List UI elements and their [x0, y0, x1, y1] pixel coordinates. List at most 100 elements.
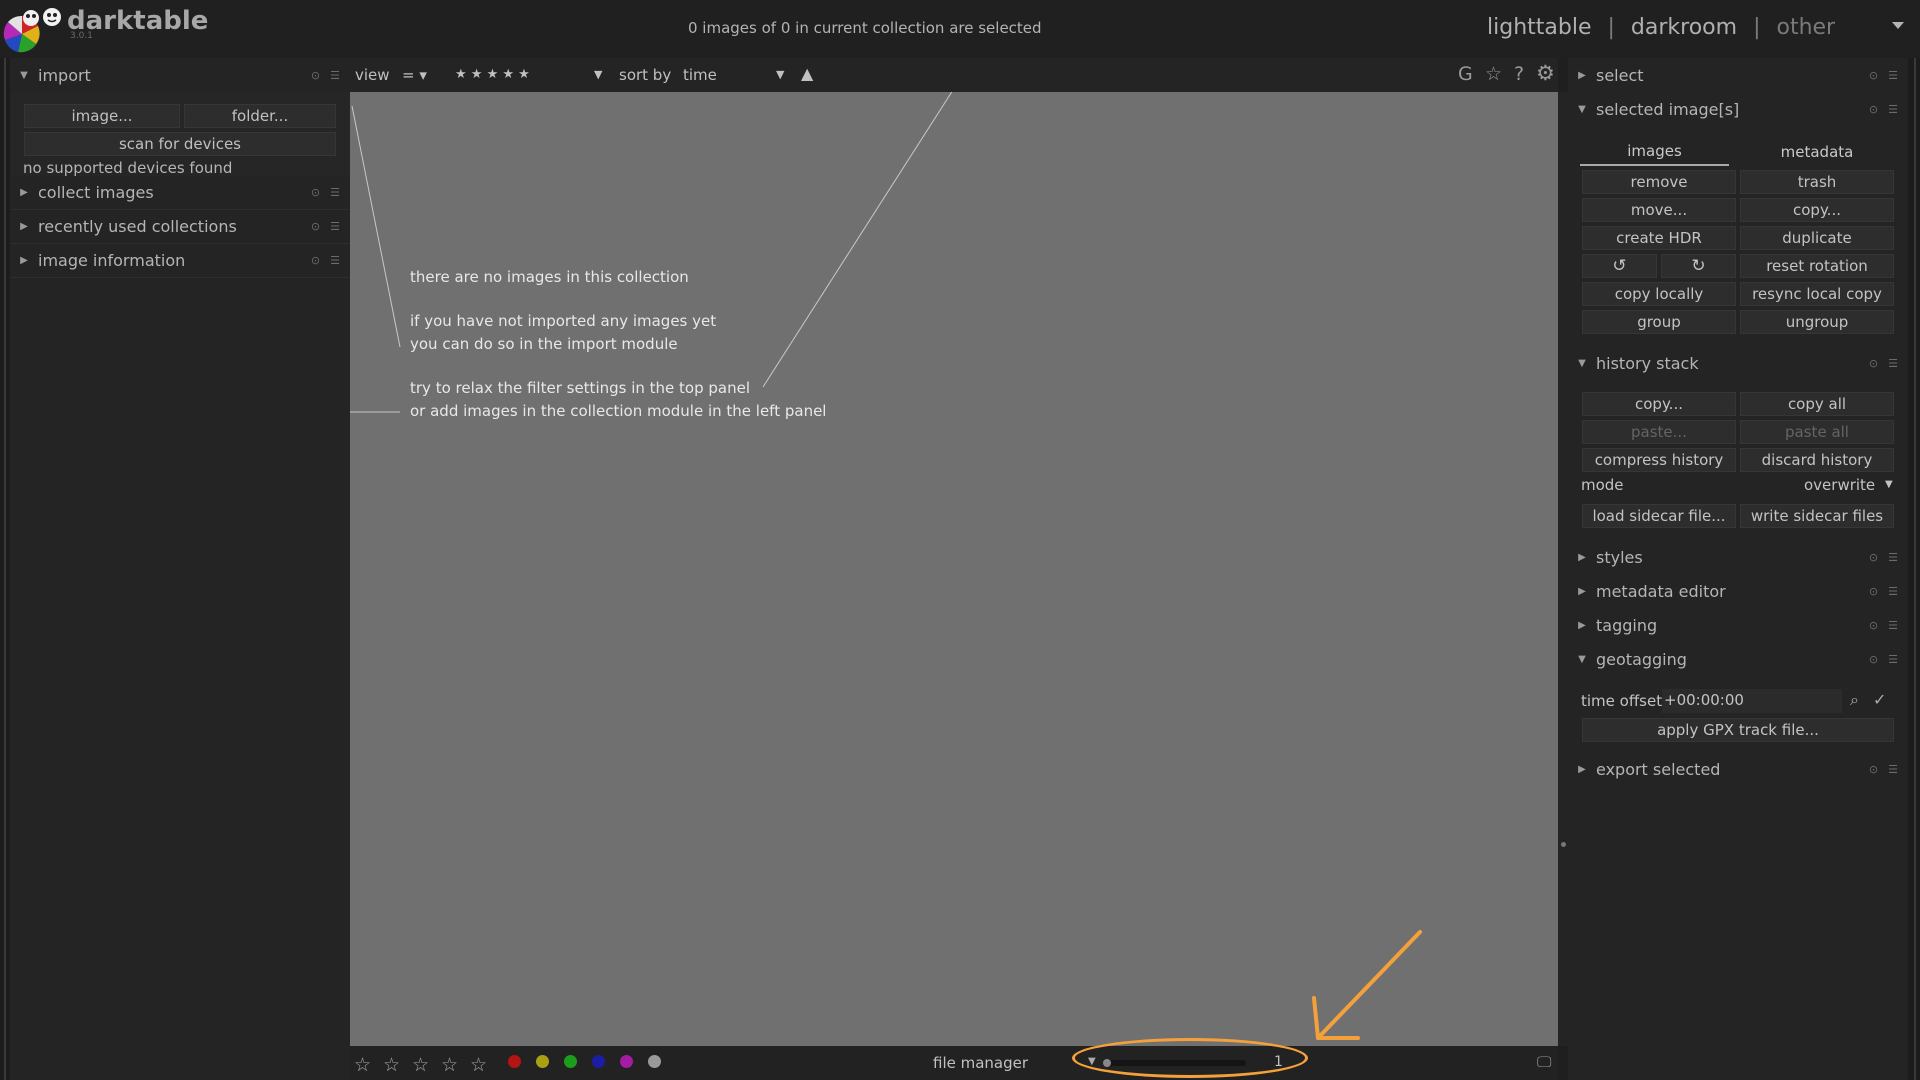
rating-star-4-icon[interactable]: ☆: [441, 1054, 458, 1076]
view-darkroom[interactable]: darkroom: [1631, 15, 1737, 40]
presets-icon[interactable]: ☰: [1888, 357, 1898, 370]
reset-icon[interactable]: ⊙: [311, 254, 320, 267]
sort-dropdown-arrow-icon[interactable]: ▼: [776, 68, 784, 81]
move-button[interactable]: move...: [1582, 198, 1736, 222]
view-other[interactable]: other: [1776, 15, 1835, 40]
presets-icon[interactable]: ☰: [1888, 69, 1898, 82]
module-header-collect-images[interactable]: ▶ collect images ⊙ ☰: [10, 176, 350, 210]
tab-images[interactable]: images: [1580, 138, 1729, 166]
presets-icon[interactable]: ☰: [1888, 103, 1898, 116]
presets-icon[interactable]: ☰: [330, 69, 340, 82]
search-icon[interactable]: ⌕: [1850, 690, 1859, 710]
time-offset-field[interactable]: +00:00:00: [1662, 689, 1842, 713]
reset-icon[interactable]: ⊙: [1869, 103, 1878, 116]
color-label-blue-icon[interactable]: [592, 1055, 605, 1068]
presets-icon[interactable]: ☰: [1888, 619, 1898, 632]
remove-button[interactable]: remove: [1582, 170, 1736, 194]
module-header-styles[interactable]: ▶ styles ⊙ ☰: [1568, 540, 1908, 574]
lighttable-center-view[interactable]: there are no images in this collection i…: [350, 92, 1558, 1046]
presets-icon[interactable]: ☰: [1888, 585, 1898, 598]
rotate-cw-icon[interactable]: ↻: [1661, 254, 1736, 278]
reset-icon[interactable]: ⊙: [1869, 585, 1878, 598]
copy-button[interactable]: copy...: [1740, 198, 1894, 222]
copy-locally-button[interactable]: copy locally: [1582, 282, 1736, 306]
group-button[interactable]: group: [1582, 310, 1736, 334]
module-header-import[interactable]: ▼ import ⊙ ☰: [10, 58, 350, 92]
compress-history-button[interactable]: compress history: [1582, 448, 1736, 472]
ungroup-button[interactable]: ungroup: [1740, 310, 1894, 334]
module-header-selected-images[interactable]: ▼ selected image[s] ⊙ ☰: [1568, 92, 1908, 126]
history-paste-all-button[interactable]: paste all: [1740, 420, 1894, 444]
views-dropdown-icon[interactable]: [1892, 22, 1904, 29]
rotate-ccw-icon[interactable]: ↺: [1582, 254, 1657, 278]
write-sidecar-button[interactable]: write sidecar files: [1740, 504, 1894, 528]
rating-star-5-icon[interactable]: ☆: [470, 1054, 487, 1076]
history-copy-button[interactable]: copy...: [1582, 392, 1736, 416]
module-header-recent-collections[interactable]: ▶ recently used collections ⊙ ☰: [10, 210, 350, 244]
sort-dropdown[interactable]: time: [683, 66, 717, 84]
color-label-yellow-icon[interactable]: [536, 1055, 549, 1068]
color-label-purple-icon[interactable]: [620, 1055, 633, 1068]
reset-icon[interactable]: ⊙: [1869, 357, 1878, 370]
layout-label[interactable]: file manager: [933, 1054, 1028, 1072]
scan-devices-button[interactable]: scan for devices: [24, 132, 336, 156]
display-icon[interactable]: 🖵: [1537, 1053, 1551, 1071]
duplicate-button[interactable]: duplicate: [1740, 226, 1894, 250]
reset-icon[interactable]: ⊙: [311, 186, 320, 199]
rating-star-2-icon[interactable]: ☆: [383, 1054, 400, 1076]
module-header-metadata-editor[interactable]: ▶ metadata editor ⊙ ☰: [1568, 574, 1908, 608]
module-header-image-information[interactable]: ▶ image information ⊙ ☰: [10, 244, 350, 278]
reset-icon[interactable]: ⊙: [1869, 69, 1878, 82]
import-image-button[interactable]: image...: [24, 104, 180, 128]
module-header-history-stack[interactable]: ▼ history stack ⊙ ☰: [1568, 346, 1908, 380]
rating-star-1-icon[interactable]: ☆: [354, 1054, 371, 1076]
reset-icon[interactable]: ⊙: [1869, 763, 1878, 776]
gear-icon[interactable]: ⚙: [1536, 61, 1555, 85]
presets-icon[interactable]: ☰: [1888, 653, 1898, 666]
module-header-tagging[interactable]: ▶ tagging ⊙ ☰: [1568, 608, 1908, 642]
history-copy-all-button[interactable]: copy all: [1740, 392, 1894, 416]
color-label-red-icon[interactable]: [508, 1055, 521, 1068]
mode-dropdown[interactable]: overwrite: [1804, 476, 1875, 494]
grouping-icon[interactable]: G: [1458, 63, 1473, 85]
discard-history-button[interactable]: discard history: [1740, 448, 1894, 472]
reset-icon[interactable]: ⊙: [1869, 653, 1878, 666]
panel-splitter[interactable]: [1558, 92, 1568, 1046]
module-header-geotagging[interactable]: ▼ geotagging ⊙ ☰: [1568, 642, 1908, 676]
presets-icon[interactable]: ☰: [330, 254, 340, 267]
splitter-handle-icon[interactable]: [1561, 842, 1566, 847]
resync-local-copy-button[interactable]: resync local copy: [1740, 282, 1894, 306]
star-overlay-icon[interactable]: ☆: [1485, 63, 1502, 85]
sort-order-icon[interactable]: ▲: [801, 64, 813, 83]
left-panel-collapse-handle[interactable]: [0, 58, 10, 1080]
history-paste-button[interactable]: paste...: [1582, 420, 1736, 444]
color-label-green-icon[interactable]: [564, 1055, 577, 1068]
apply-gpx-button[interactable]: apply GPX track file...: [1582, 718, 1894, 742]
rating-filter-arrow-icon[interactable]: ▼: [594, 68, 602, 81]
load-sidecar-button[interactable]: load sidecar file...: [1582, 504, 1736, 528]
right-panel-collapse-handle[interactable]: [1908, 58, 1920, 1080]
presets-icon[interactable]: ☰: [1888, 551, 1898, 564]
comparator-dropdown[interactable]: = ▾: [402, 66, 427, 84]
color-label-gray-icon[interactable]: [648, 1055, 661, 1068]
reset-icon[interactable]: ⊙: [311, 69, 320, 82]
trash-button[interactable]: trash: [1740, 170, 1894, 194]
presets-icon[interactable]: ☰: [1888, 763, 1898, 776]
tab-metadata[interactable]: metadata: [1738, 138, 1896, 166]
reset-icon[interactable]: ⊙: [1869, 619, 1878, 632]
mode-dropdown-arrow-icon[interactable]: ▼: [1885, 479, 1893, 490]
reset-icon[interactable]: ⊙: [311, 220, 320, 233]
import-folder-button[interactable]: folder...: [184, 104, 336, 128]
presets-icon[interactable]: ☰: [330, 220, 340, 233]
checkmark-icon[interactable]: ✓: [1873, 690, 1886, 709]
presets-icon[interactable]: ☰: [330, 186, 340, 199]
rating-star-3-icon[interactable]: ☆: [412, 1054, 429, 1076]
create-hdr-button[interactable]: create HDR: [1582, 226, 1736, 250]
help-icon[interactable]: ?: [1514, 63, 1524, 85]
module-header-export-selected[interactable]: ▶ export selected ⊙ ☰: [1568, 752, 1908, 786]
reset-icon[interactable]: ⊙: [1869, 551, 1878, 564]
rating-filter-dropdown[interactable]: ★ ★ ★ ★ ★: [455, 67, 530, 82]
reset-rotation-button[interactable]: reset rotation: [1740, 254, 1894, 278]
module-header-select[interactable]: ▶ select ⊙ ☰: [1568, 58, 1908, 92]
view-lighttable[interactable]: lighttable: [1487, 15, 1591, 40]
